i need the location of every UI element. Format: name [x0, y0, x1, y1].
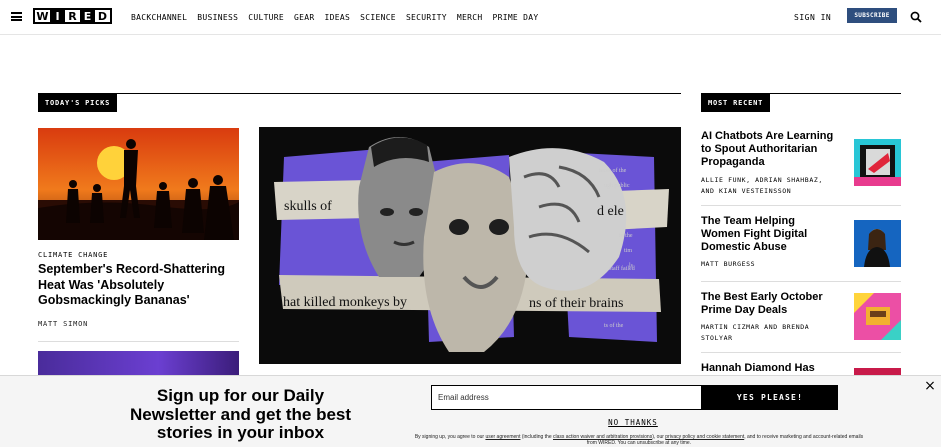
story-byline[interactable]: MATT SIMON: [38, 320, 88, 328]
wired-logo[interactable]: W I R E D: [33, 8, 112, 24]
most-recent-thumbnail[interactable]: [854, 293, 901, 340]
logo-letter: E: [80, 10, 95, 23]
hero-text: skulls of: [284, 199, 332, 214]
todays-picks-label: TODAY'S PICKS: [38, 94, 118, 112]
nav-merch[interactable]: MERCH: [457, 13, 483, 22]
logo-letter: W: [35, 9, 50, 23]
newsletter-signup-button[interactable]: YES PLEASE!: [702, 385, 838, 410]
search-icon[interactable]: [910, 11, 922, 23]
most-recent-item-title[interactable]: AI Chatbots Are Learning to Spout Author…: [701, 130, 836, 169]
divider: [701, 205, 901, 206]
legal-text: By signing up, you agree to our: [414, 434, 485, 440]
hero-text: hat killed monkeys by: [283, 295, 407, 310]
nav-science[interactable]: SCIENCE: [360, 13, 396, 22]
divider: [701, 352, 901, 353]
newsletter-legal-text: By signing up, you agree to our user agr…: [410, 434, 868, 446]
site-header: W I R E D BACKCHANNEL BUSINESS CULTURE G…: [0, 0, 941, 35]
hero-text: ns of their brains: [529, 296, 623, 311]
close-icon[interactable]: ×: [924, 379, 936, 393]
email-input[interactable]: [431, 385, 702, 410]
most-recent-thumbnail[interactable]: [854, 139, 901, 186]
nav-ideas[interactable]: IDEAS: [325, 13, 351, 22]
logo-letter: D: [95, 10, 110, 23]
logo-letter: R: [65, 10, 80, 23]
hero-text: d ele: [597, 204, 624, 219]
nav-prime-day[interactable]: PRIME DAY: [492, 13, 538, 22]
section-rule: [38, 93, 681, 94]
most-recent-item-byline[interactable]: MARTIN CIZMAR AND BRENDA STOLYAR: [701, 322, 836, 344]
nav-backchannel[interactable]: BACKCHANNEL: [131, 13, 187, 22]
hero-text: staff failed: [609, 265, 635, 272]
nav-gear[interactable]: GEAR: [294, 13, 314, 22]
nav-security[interactable]: SECURITY: [406, 13, 447, 22]
legal-text: (including the: [521, 434, 552, 440]
divider: [701, 281, 901, 282]
no-thanks-link[interactable]: NO THANKS: [598, 418, 668, 427]
nav-culture[interactable]: CULTURE: [248, 13, 284, 22]
menu-icon[interactable]: [11, 12, 22, 21]
most-recent-item-title[interactable]: Hannah Diamond Has: [701, 362, 836, 375]
logo-letter: I: [50, 10, 65, 23]
sign-in-link[interactable]: SIGN IN: [794, 13, 831, 22]
hero-text: ts of the: [604, 322, 624, 329]
newsletter-title: Sign up for our Daily Newsletter and get…: [129, 386, 352, 442]
most-recent-item-byline[interactable]: ALLIE FUNK, ADRIAN SHAHBAZ, AND KIAN VES…: [701, 175, 836, 197]
most-recent-item-title[interactable]: The Best Early October Prime Day Deals: [701, 291, 836, 317]
hero-text: ugh public: [604, 183, 630, 189]
most-recent-item-title[interactable]: The Team Helping Women Fight Digital Dom…: [701, 215, 836, 254]
story-headline[interactable]: September's Record-Shattering Heat Was '…: [38, 262, 238, 309]
hero-collage-image[interactable]: skulls of d ele hat killed monkeys by ns…: [259, 127, 681, 364]
subscribe-button[interactable]: SUBSCRIBE: [847, 8, 897, 23]
user-agreement-link[interactable]: user agreement: [485, 434, 520, 440]
story-kicker[interactable]: CLIMATE CHANGE: [38, 251, 108, 259]
hero-text: tim: [624, 248, 632, 254]
hero-text: in the: [619, 233, 633, 239]
most-recent-thumbnail[interactable]: [854, 368, 901, 375]
main-nav: BACKCHANNEL BUSINESS CULTURE GEAR IDEAS …: [131, 13, 539, 22]
hero-text: ieces of the: [599, 167, 627, 174]
most-recent-label: MOST RECENT: [701, 94, 771, 112]
most-recent-item-byline[interactable]: MATT BURGESS: [701, 259, 836, 270]
nav-business[interactable]: BUSINESS: [197, 13, 238, 22]
sunset-photo[interactable]: [38, 128, 239, 240]
most-recent-thumbnail[interactable]: [854, 220, 901, 267]
divider: [38, 341, 239, 342]
